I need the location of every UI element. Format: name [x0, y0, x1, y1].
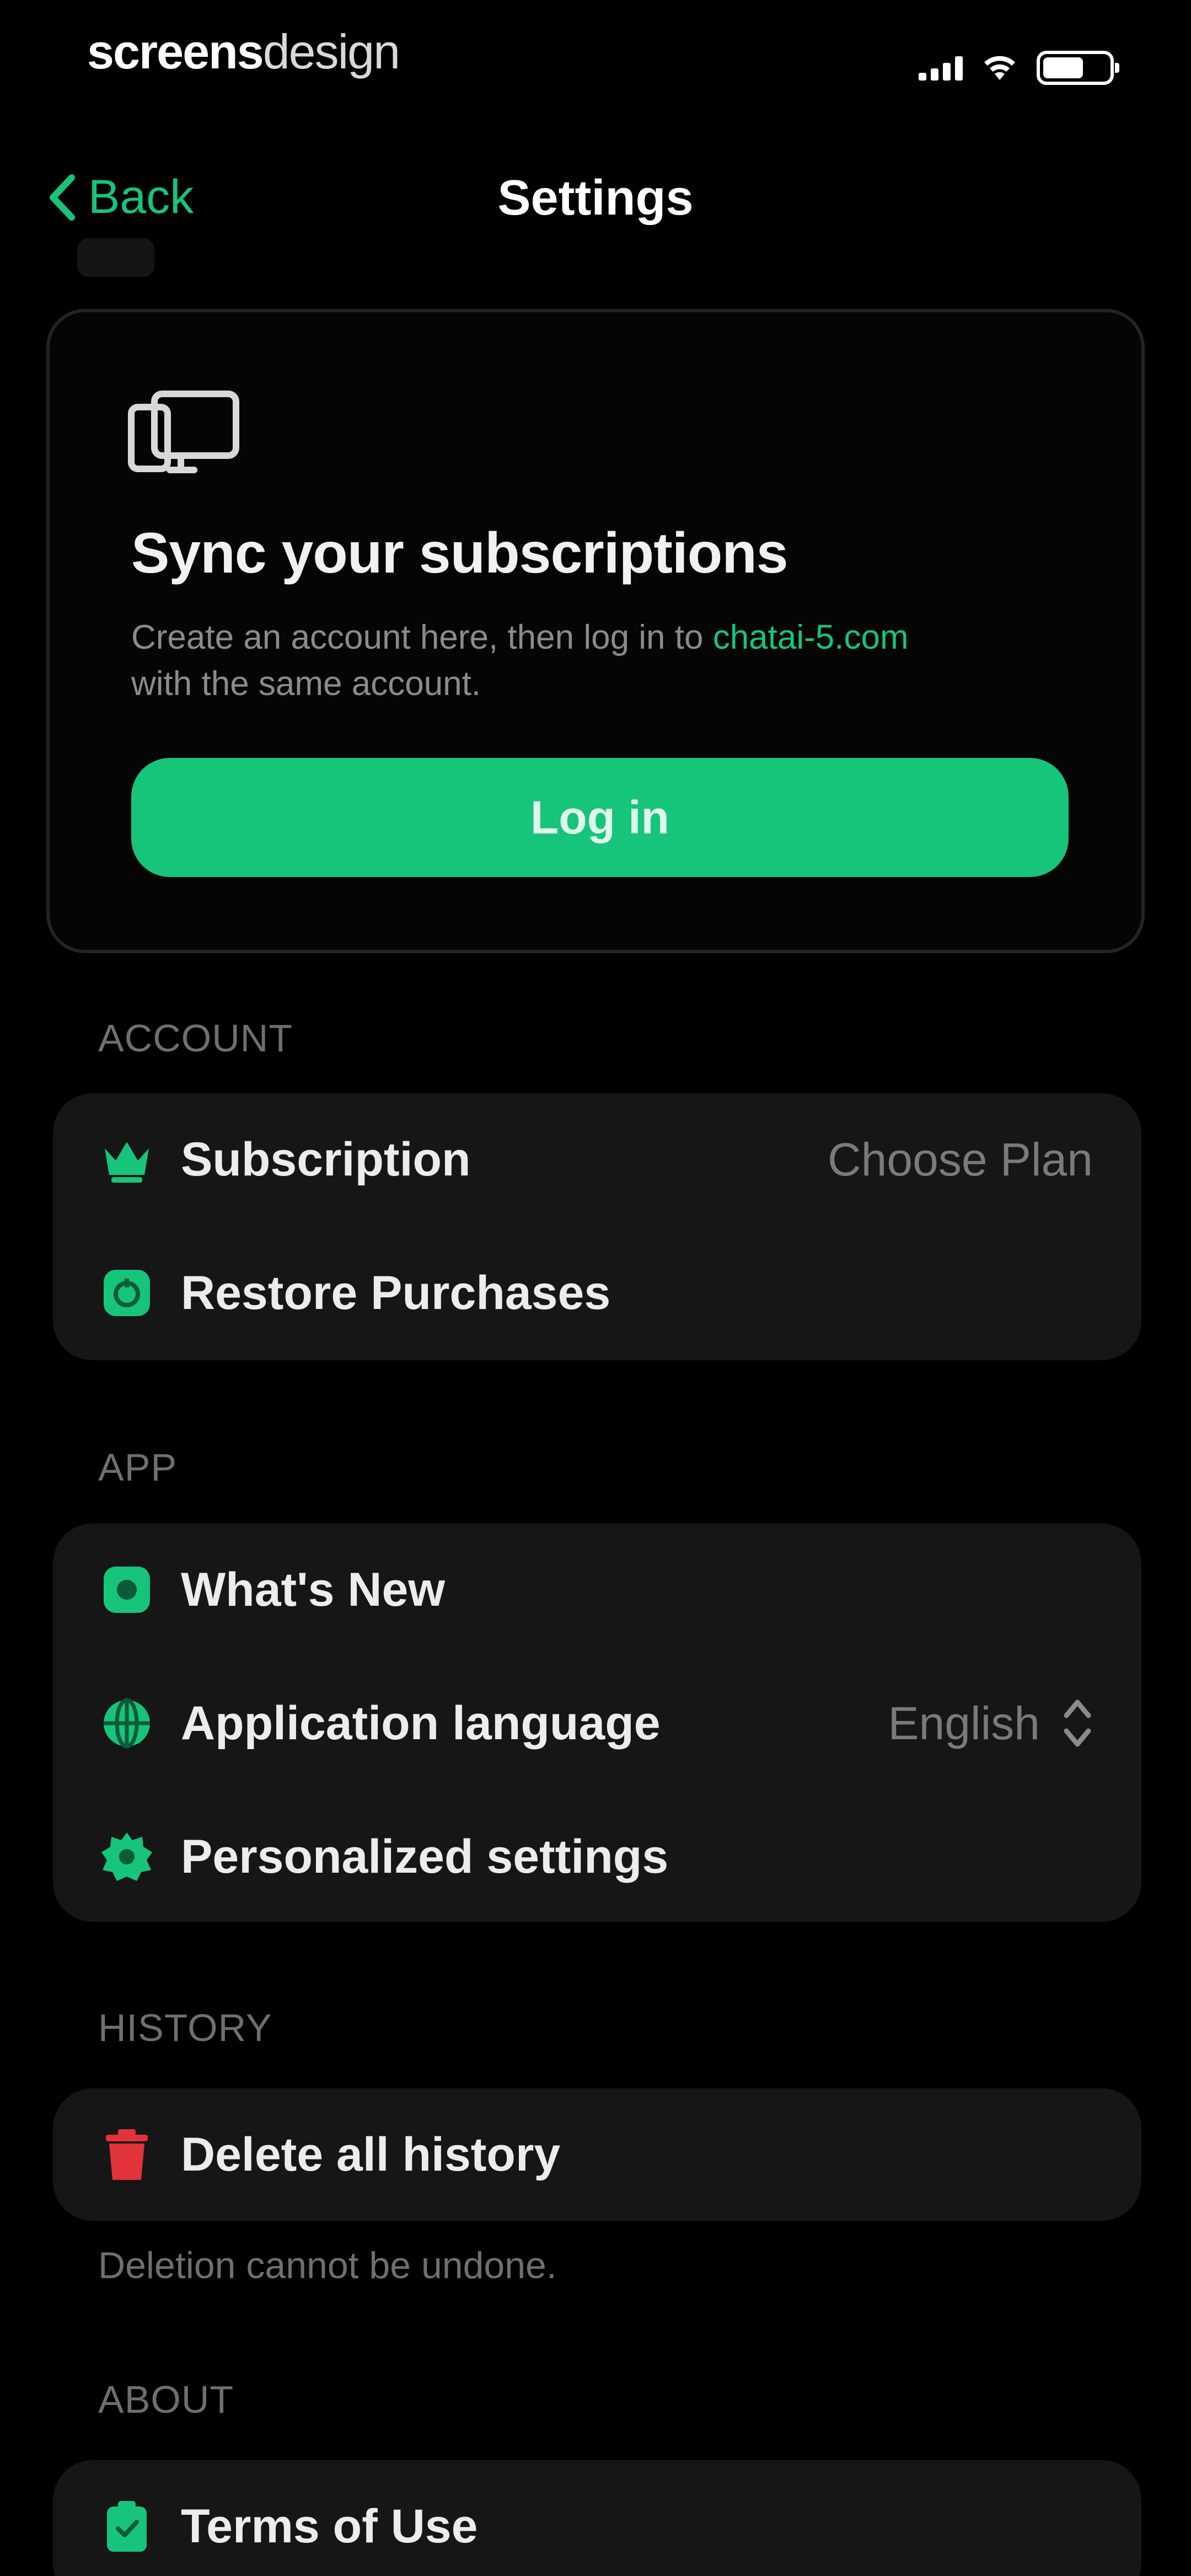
row-whats-new[interactable]: What's New — [53, 1524, 1141, 1656]
crown-icon — [99, 1132, 154, 1187]
gear-icon — [99, 1829, 154, 1884]
login-button[interactable]: Log in — [131, 758, 1069, 877]
restore-purchases-label: Restore Purchases — [181, 1266, 611, 1319]
cellular-signal-icon — [919, 55, 963, 81]
app-group: What's New Application language English … — [53, 1524, 1141, 1922]
terms-of-use-label: Terms of Use — [181, 2499, 478, 2553]
status-bar: screensdesign — [0, 0, 1191, 110]
globe-icon — [99, 1696, 154, 1751]
section-label-about: ABOUT — [98, 2378, 234, 2421]
whats-new-icon — [99, 1562, 154, 1617]
page-title: Settings — [497, 170, 694, 226]
logo-bold-text: screens — [87, 24, 264, 79]
account-group: Subscription Choose Plan Restore Purchas… — [53, 1093, 1141, 1360]
sync-card-title: Sync your subscriptions — [131, 521, 788, 585]
subscription-label: Subscription — [181, 1132, 471, 1186]
row-subscription[interactable]: Subscription Choose Plan — [53, 1093, 1141, 1226]
section-label-account: ACCOUNT — [98, 1017, 293, 1060]
personalized-settings-label: Personalized settings — [181, 1830, 669, 1883]
sync-desc-prefix: Create an account here, then log in to — [131, 618, 713, 656]
language-selector[interactable]: English — [888, 1695, 1093, 1752]
chevron-up-down-icon — [1064, 1699, 1091, 1747]
sync-card-description: Create an account here, then log in to c… — [131, 614, 1069, 707]
history-group: Delete all history — [53, 2088, 1141, 2221]
sync-desc-suffix: with the same account. — [131, 665, 481, 703]
trash-icon — [99, 2127, 154, 2182]
row-delete-all-history[interactable]: Delete all history — [53, 2088, 1141, 2221]
wifi-icon — [984, 56, 1015, 80]
row-restore-purchases[interactable]: Restore Purchases — [53, 1227, 1141, 1359]
nav-bar: Back Settings — [0, 160, 1191, 237]
history-footnote: Deletion cannot be undone. — [98, 2244, 557, 2286]
row-application-language[interactable]: Application language English — [53, 1657, 1141, 1789]
chatai-link[interactable]: chatai-5.com — [713, 618, 909, 656]
restore-icon — [99, 1265, 154, 1321]
section-label-history: HISTORY — [98, 2006, 272, 2049]
document-icon — [99, 2499, 154, 2554]
status-icons — [919, 49, 1119, 87]
screensdesign-logo: screensdesign — [87, 28, 400, 76]
blurred-mark — [77, 238, 154, 277]
language-value: English — [888, 1697, 1040, 1749]
delete-all-history-label: Delete all history — [181, 2128, 561, 2181]
battery-icon — [1037, 51, 1119, 85]
whats-new-label: What's New — [181, 1563, 446, 1616]
row-personalized-settings[interactable]: Personalized settings — [53, 1791, 1141, 1923]
subscription-value: Choose Plan — [828, 1133, 1093, 1185]
logo-thin-text: design — [262, 24, 400, 79]
about-group: Terms of Use — [53, 2460, 1141, 2576]
row-terms-of-use[interactable]: Terms of Use — [53, 2460, 1141, 2576]
application-language-label: Application language — [181, 1696, 661, 1750]
devices-icon — [128, 391, 239, 473]
section-label-app: APP — [98, 1446, 178, 1489]
sync-subscriptions-card: Sync your subscriptions Create an accoun… — [46, 309, 1145, 953]
